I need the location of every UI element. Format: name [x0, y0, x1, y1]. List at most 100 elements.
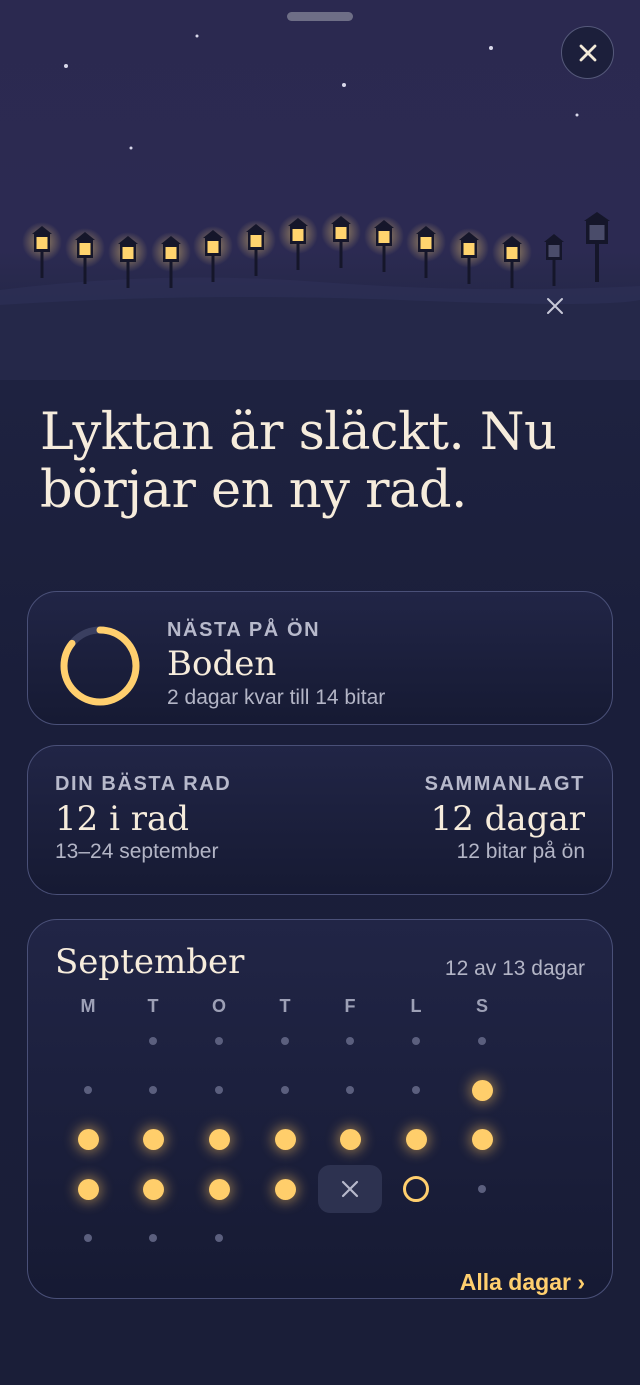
calendar-day-today[interactable] [384, 1165, 448, 1213]
today-ring [403, 1176, 429, 1202]
calendar-day-empty[interactable] [187, 1017, 251, 1065]
calendar-day-lit[interactable] [187, 1165, 251, 1213]
calendar-day-lit[interactable] [450, 1115, 514, 1163]
weekday-label: T [279, 996, 291, 1016]
calendar-day-empty[interactable] [121, 1214, 185, 1262]
best-streak-value: 12 i rad [55, 799, 190, 839]
calendar-day-lit[interactable] [318, 1115, 382, 1163]
empty-day-dot [478, 1185, 486, 1193]
lit-day-dot [208, 1178, 230, 1200]
all-days-link[interactable]: Alla dagar › [460, 1269, 585, 1296]
calendar-day-empty[interactable] [56, 1066, 120, 1114]
dismiss-scene-button[interactable] [542, 293, 568, 319]
calendar-day-empty[interactable] [56, 1214, 120, 1262]
empty-day-dot [215, 1234, 223, 1242]
calendar-day-lit[interactable] [56, 1165, 120, 1213]
lantern-lit [236, 220, 276, 276]
calendar-day-empty[interactable] [253, 1017, 317, 1065]
lantern-next [584, 212, 610, 282]
lit-day-dot [274, 1128, 296, 1150]
total-sub: 12 bitar på ön [456, 840, 585, 863]
calendar-day-lit[interactable] [121, 1165, 185, 1213]
best-streak-label: DIN BÄSTA RAD [55, 773, 232, 795]
calendar-day-lit[interactable] [384, 1115, 448, 1163]
close-icon [341, 1180, 359, 1198]
lit-day-dot [339, 1128, 361, 1150]
calendar-day-empty[interactable] [121, 1066, 185, 1114]
stats-card: DIN BÄSTA RAD 12 i rad 13–24 september S… [27, 745, 613, 895]
calendar-day-empty[interactable] [121, 1017, 185, 1065]
calendar-day-empty[interactable] [318, 1066, 382, 1114]
next-eyebrow: NÄSTA PÅ ÖN [167, 619, 321, 641]
weekday-label: F [344, 996, 356, 1016]
calendar-day-missed[interactable] [318, 1165, 382, 1213]
empty-day-dot [412, 1037, 420, 1045]
streak-sheet: Lyktan är släckt. Nu börjar en ny rad. N… [0, 0, 640, 1385]
close-icon [547, 298, 563, 314]
missed-day [318, 1165, 382, 1213]
best-streak-dates: 13–24 september [55, 840, 219, 863]
weekday-label: O [211, 996, 226, 1016]
lit-day-dot [471, 1128, 493, 1150]
empty-day-dot [84, 1234, 92, 1242]
weekday-label: T [147, 996, 159, 1016]
empty-day-dot [346, 1086, 354, 1094]
lantern-lit [406, 222, 446, 278]
close-button[interactable] [561, 26, 614, 79]
lit-day-dot [274, 1178, 296, 1200]
empty-day-dot [412, 1086, 420, 1094]
calendar-day-lit[interactable] [253, 1115, 317, 1163]
calendar-day-lit[interactable] [56, 1115, 120, 1163]
empty-day-dot [281, 1037, 289, 1045]
total-label: SAMMANLAGT [424, 773, 585, 795]
empty-day-dot [346, 1037, 354, 1045]
calendar-day-empty[interactable] [450, 1165, 514, 1213]
weekday-label: S [475, 996, 488, 1016]
empty-day-dot [149, 1086, 157, 1094]
headline-line-2: börjar en ny rad. [40, 461, 467, 520]
weekday-label: M [80, 996, 96, 1016]
empty-day-dot [84, 1086, 92, 1094]
lit-day-dot [77, 1178, 99, 1200]
total-value: 12 dagar [430, 799, 585, 839]
lit-day-dot [405, 1128, 427, 1150]
lit-day-dot [471, 1079, 493, 1101]
lantern-scene [0, 34, 640, 380]
lantern-lit [278, 214, 318, 270]
lit-day-dot [77, 1128, 99, 1150]
lantern-row [22, 212, 610, 288]
weekday-label: L [410, 996, 422, 1016]
empty-day-dot [149, 1234, 157, 1242]
lit-day-dot [208, 1128, 230, 1150]
next-on-island-card[interactable]: NÄSTA PÅ ÖN Boden 2 dagar kvar till 14 b… [27, 591, 613, 725]
calendar-day-empty[interactable] [318, 1017, 382, 1065]
calendar-card: September 12 av 13 dagar Alla dagar › M T… [27, 919, 613, 1299]
progress-ring [60, 626, 140, 706]
lit-day-dot [142, 1128, 164, 1150]
empty-day-dot [215, 1037, 223, 1045]
calendar-day-lit[interactable] [187, 1115, 251, 1163]
empty-day-dot [215, 1086, 223, 1094]
calendar-day-lit[interactable] [253, 1165, 317, 1213]
calendar-day-empty[interactable] [253, 1066, 317, 1114]
stars [64, 34, 579, 150]
headline: Lyktan är släckt. Nu börjar en ny rad. [40, 404, 610, 520]
calendar-day-empty[interactable] [384, 1066, 448, 1114]
lantern-lit [492, 232, 532, 288]
next-subtitle: 2 dagar kvar till 14 bitar [167, 686, 386, 709]
lantern-lit [449, 228, 489, 284]
calendar-day-empty[interactable] [187, 1066, 251, 1114]
calendar-day-empty[interactable] [450, 1017, 514, 1065]
calendar-day-lit[interactable] [450, 1066, 514, 1114]
lantern-unlit [544, 234, 564, 286]
headline-line-1: Lyktan är släckt. Nu [40, 403, 557, 462]
empty-day-dot [149, 1037, 157, 1045]
next-title: Boden [167, 644, 277, 684]
lantern-lit [22, 222, 62, 278]
close-icon [579, 44, 596, 61]
calendar-day-lit[interactable] [121, 1115, 185, 1163]
calendar-day-empty[interactable] [384, 1017, 448, 1065]
calendar-count: 12 av 13 dagar [444, 957, 585, 980]
calendar-day-empty[interactable] [187, 1214, 251, 1262]
lit-day-dot [142, 1178, 164, 1200]
